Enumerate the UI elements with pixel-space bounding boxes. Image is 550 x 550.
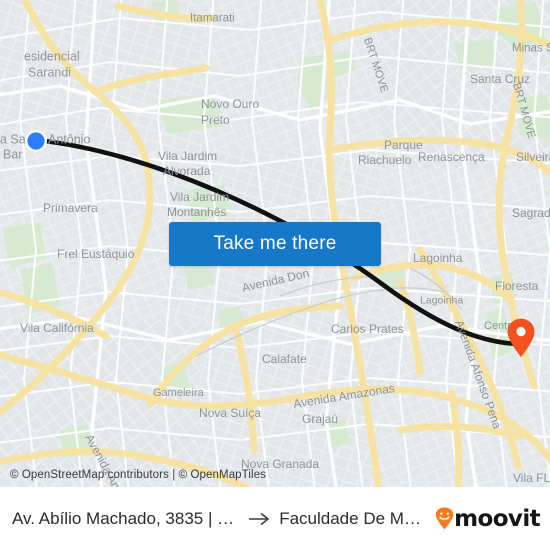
- trip-origin-label: Av. Abílio Machado, 3835 | Es...: [12, 508, 240, 528]
- map-label: Sagrada: [512, 206, 550, 220]
- origin-marker[interactable]: [24, 129, 48, 153]
- map-label: a Sa: [0, 133, 26, 147]
- map-label: Gameleira: [153, 387, 205, 399]
- map-label: Frel Eustáquio: [57, 247, 135, 261]
- moovit-trip-screen: ItamaratiBRT MOVEMinas ShoesidencialSara…: [0, 0, 550, 550]
- map-label: Vila Jardim: [170, 190, 229, 204]
- map-label: Grajaú: [302, 412, 338, 426]
- arrow-right-icon: [249, 512, 270, 525]
- map-label: Primavera: [43, 201, 98, 215]
- map-label: Carlos Prates: [331, 322, 404, 336]
- map-label: Alvorada: [163, 164, 211, 178]
- map-label: Montanhês: [167, 205, 226, 219]
- map-label: Renascença: [418, 150, 485, 164]
- map-label: Antônio: [48, 133, 90, 147]
- trip-destination-label: Faculdade De Med...: [279, 508, 430, 528]
- map-label: Calafate: [262, 352, 307, 366]
- map-label: Minas Sho: [512, 43, 550, 55]
- map-label: Itamarati: [190, 13, 235, 25]
- moovit-logo[interactable]: moovit: [435, 505, 541, 532]
- map-label: Nova Suíça: [199, 406, 261, 420]
- map-label: Sarandi: [28, 66, 71, 80]
- map-label: Novo Ouro: [201, 97, 259, 111]
- map-label: esidencial: [24, 50, 80, 64]
- map-label: Vila Califórnia: [20, 321, 94, 335]
- map-label: Riachuelo: [358, 153, 412, 167]
- map-label: Lagoinha: [413, 251, 463, 265]
- map-label: Lagoinha: [420, 295, 463, 307]
- moovit-pin-icon: [435, 507, 454, 530]
- map-label: Bar: [3, 148, 22, 162]
- trip-summary-bar: Av. Abílio Machado, 3835 | Es... Faculda…: [0, 487, 550, 550]
- map-label: Silveira: [516, 150, 550, 164]
- map-label: Vila FL: [513, 471, 550, 485]
- map-attribution: © OpenStreetMap contributors | © OpenMap…: [10, 469, 267, 481]
- destination-marker[interactable]: [506, 318, 536, 358]
- map-label: Preto: [201, 113, 230, 127]
- take-me-there-button[interactable]: Take me there: [169, 222, 381, 266]
- map-label: Vila Jardim: [158, 149, 217, 163]
- map-label: Floresta: [495, 279, 539, 293]
- trip-endpoints: Av. Abílio Machado, 3835 | Es... Faculda…: [12, 509, 429, 529]
- moovit-wordmark: moovit: [454, 505, 540, 532]
